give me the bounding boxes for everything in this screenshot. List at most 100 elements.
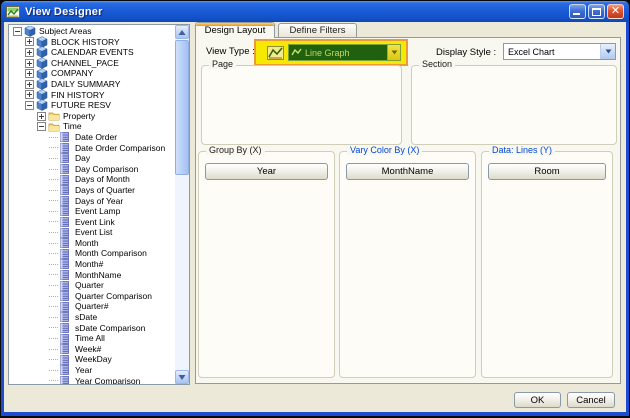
maximize-button[interactable] <box>588 4 605 19</box>
tree-item-label: COMPANY <box>48 68 93 79</box>
tree-item-label: sDate <box>72 312 97 323</box>
tree-scrollbar[interactable] <box>175 25 189 384</box>
tree-item[interactable]: Week# <box>9 344 175 355</box>
tree-item[interactable]: sDate Comparison <box>9 323 175 334</box>
tree-item[interactable]: Event List <box>9 227 175 238</box>
tree-item[interactable]: Month <box>9 238 175 249</box>
tree-item-label: Date Order <box>72 132 117 143</box>
tab-define-filters[interactable]: Define Filters <box>278 23 357 37</box>
expand-icon[interactable] <box>25 59 34 68</box>
tree-item[interactable]: Days of Month <box>9 174 175 185</box>
tree-item-label: Day <box>72 153 90 164</box>
scroll-up-button[interactable] <box>175 25 189 39</box>
tree-item[interactable]: Time <box>9 121 175 132</box>
expand-icon[interactable] <box>25 90 34 99</box>
folder-icon <box>48 121 60 133</box>
tree-item[interactable]: Year Comparison <box>9 376 175 384</box>
titlebar: View Designer ✕ <box>1 1 629 22</box>
tree-item-label: Days of Year <box>72 196 123 207</box>
tree-item-label: FIN HISTORY <box>48 90 105 101</box>
tree-item-label: sDate Comparison <box>72 323 145 334</box>
page-box-label: Page <box>209 59 236 69</box>
display-style-dropdown-arrow[interactable] <box>600 44 615 59</box>
group-by-x-dropzone[interactable]: Group By (X) Year <box>198 151 335 378</box>
tree-item[interactable]: Event Link <box>9 217 175 228</box>
tree-item[interactable]: CHANNEL_PACE <box>9 58 175 69</box>
tree-item-label: Quarter <box>72 280 104 291</box>
tree-item[interactable]: Time All <box>9 333 175 344</box>
view-type-dropdown-arrow[interactable] <box>387 45 400 60</box>
data-lines-y-dropzone[interactable]: Data: Lines (Y) Room <box>481 151 613 378</box>
window-controls: ✕ <box>569 4 624 19</box>
view-type-label: View Type : <box>206 46 255 57</box>
tree-item[interactable]: Quarter Comparison <box>9 291 175 302</box>
tree-item[interactable]: DAILY SUMMARY <box>9 79 175 90</box>
line-graph-small-icon <box>291 48 302 57</box>
tree-item[interactable]: Property <box>9 111 175 122</box>
scroll-down-icon <box>178 374 186 381</box>
expand-icon[interactable] <box>25 69 34 78</box>
tree-item[interactable]: Quarter# <box>9 301 175 312</box>
tree-item[interactable]: Day <box>9 153 175 164</box>
close-icon: ✕ <box>608 5 623 18</box>
tree-connector <box>49 285 58 286</box>
tree-item[interactable]: Days of Year <box>9 196 175 207</box>
room-field-button[interactable]: Room <box>488 163 606 180</box>
tree-item[interactable]: Days of Quarter <box>9 185 175 196</box>
tab-design-layout[interactable]: Design Layout <box>195 22 275 38</box>
window-title: View Designer <box>25 6 103 18</box>
collapse-icon[interactable] <box>37 122 46 131</box>
subject-areas-tree: Subject AreasBLOCK HISTORYCALENDAR EVENT… <box>8 24 190 385</box>
monthname-field-button[interactable]: MonthName <box>346 163 469 180</box>
app-icon <box>6 5 20 19</box>
tree-item[interactable]: FIN HISTORY <box>9 90 175 101</box>
tree-connector <box>49 137 58 138</box>
tree-item[interactable]: Event Lamp <box>9 206 175 217</box>
tree-connector <box>49 169 58 170</box>
collapse-icon[interactable] <box>13 27 22 36</box>
minimize-button[interactable] <box>569 4 586 19</box>
tree-item[interactable]: BLOCK HISTORY <box>9 37 175 48</box>
display-style-dropdown[interactable]: Excel Chart <box>503 43 616 60</box>
tree-item[interactable]: sDate <box>9 312 175 323</box>
display-style-value: Excel Chart <box>504 47 600 57</box>
year-field-button[interactable]: Year <box>205 163 328 180</box>
tree-item[interactable]: FUTURE RESV <box>9 100 175 111</box>
tree-item[interactable]: Subject Areas <box>9 26 175 37</box>
tree-item-label: Quarter# <box>72 301 109 312</box>
cancel-button[interactable]: Cancel <box>567 392 615 408</box>
tree-item[interactable]: COMPANY <box>9 68 175 79</box>
tree-item-label: BLOCK HISTORY <box>48 37 120 48</box>
column-icon <box>60 375 72 384</box>
expand-icon[interactable] <box>25 37 34 46</box>
collapse-icon[interactable] <box>25 101 34 110</box>
tree-item[interactable]: Year <box>9 365 175 376</box>
expand-icon[interactable] <box>25 80 34 89</box>
expand-icon[interactable] <box>37 112 46 121</box>
tree-item[interactable]: Date Order Comparison <box>9 143 175 154</box>
tree-item[interactable]: Month# <box>9 259 175 270</box>
ok-button[interactable]: OK <box>514 392 561 408</box>
tree-connector <box>49 253 58 254</box>
view-type-dropdown[interactable]: Line Graph <box>288 44 401 61</box>
tree-item[interactable]: CALENDAR EVENTS <box>9 47 175 58</box>
scrollbar-thumb[interactable] <box>175 40 189 175</box>
vary-color-by-x-dropzone[interactable]: Vary Color By (X) MonthName <box>339 151 476 378</box>
expand-icon[interactable] <box>25 48 34 57</box>
tree-item-label: CHANNEL_PACE <box>48 58 119 69</box>
close-button[interactable]: ✕ <box>607 4 624 19</box>
cube-icon <box>36 99 48 111</box>
tree-item[interactable]: Date Order <box>9 132 175 143</box>
tree-item-label: DAILY SUMMARY <box>48 79 120 90</box>
scroll-down-button[interactable] <box>175 370 189 384</box>
tree-item[interactable]: Day Comparison <box>9 164 175 175</box>
tree-item-label: Event Link <box>72 217 115 228</box>
tree-item[interactable]: Quarter <box>9 280 175 291</box>
tree-item[interactable]: Month Comparison <box>9 248 175 259</box>
tree-item[interactable]: WeekDay <box>9 354 175 365</box>
tree-connector <box>49 359 58 360</box>
page-dropzone[interactable]: Page <box>201 65 402 145</box>
tree-item-label: WeekDay <box>72 354 112 365</box>
tree-item[interactable]: MonthName <box>9 270 175 281</box>
section-dropzone[interactable]: Section <box>411 65 617 145</box>
